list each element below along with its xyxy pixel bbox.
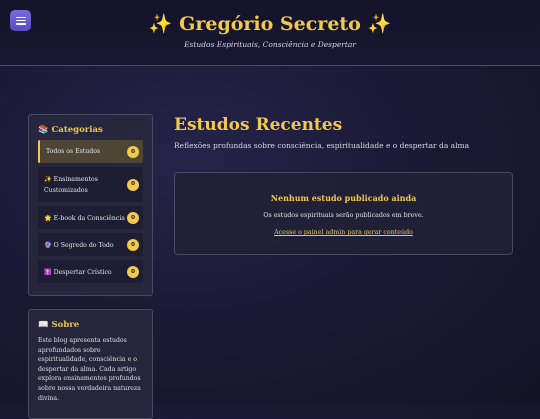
about-text: Este blog apresenta estudos aprofundados… bbox=[38, 337, 141, 402]
category-count-badge: 0 bbox=[127, 178, 139, 191]
site-title: ✨ Gregório Secreto ✨ bbox=[148, 13, 392, 35]
page-title: Estudos Recentes bbox=[174, 115, 343, 135]
category-count-badge: 0 bbox=[127, 145, 139, 158]
site-subtitle: Estudos Espirituais, Consciência e Despe… bbox=[184, 40, 356, 49]
about-panel: 📖 Sobre Este blog apresenta estudos apro… bbox=[28, 309, 153, 419]
category-label: ✝️ Despertar Crístico bbox=[44, 268, 112, 276]
category-label: ✨ Ensinamentos Customizados bbox=[44, 175, 98, 194]
category-label: 🌟 E-book da Consciência bbox=[44, 214, 125, 222]
category-count-badge: 0 bbox=[127, 211, 139, 224]
category-item-ebook[interactable]: 🌟 E-book da Consciência 0 bbox=[38, 206, 143, 229]
category-count-badge: 0 bbox=[127, 265, 139, 278]
category-item-custom-teachings[interactable]: ✨ Ensinamentos Customizados 0 bbox=[38, 167, 143, 202]
categories-title: 📚 Categorias bbox=[38, 125, 103, 135]
admin-panel-link[interactable]: Acesse o painel admin para gerar conteúd… bbox=[274, 229, 413, 236]
site-header: ✨ Gregório Secreto ✨ Estudos Espirituais… bbox=[0, 0, 540, 66]
empty-state-card: Nenhum estudo publicado ainda Os estudos… bbox=[174, 172, 513, 255]
about-title: 📖 Sobre bbox=[38, 320, 80, 330]
category-item-all[interactable]: Todos os Estudos 0 bbox=[38, 140, 143, 163]
category-item-secret[interactable]: 🔮 O Segredo do Todo 0 bbox=[38, 233, 143, 256]
category-label: Todos os Estudos bbox=[46, 148, 101, 155]
empty-state-text: Os estudos espirituais serão publicados … bbox=[263, 212, 424, 219]
page-subtitle: Reflexões profundas sobre consciência, e… bbox=[174, 141, 470, 150]
category-label: 🔮 O Segredo do Todo bbox=[44, 241, 114, 249]
category-item-christic[interactable]: ✝️ Despertar Crístico 0 bbox=[38, 260, 143, 283]
empty-state-title: Nenhum estudo publicado ainda bbox=[270, 193, 417, 203]
category-count-badge: 0 bbox=[127, 238, 139, 251]
categories-panel: 📚 Categorias Todos os Estudos 0 ✨ Ensina… bbox=[28, 114, 153, 296]
